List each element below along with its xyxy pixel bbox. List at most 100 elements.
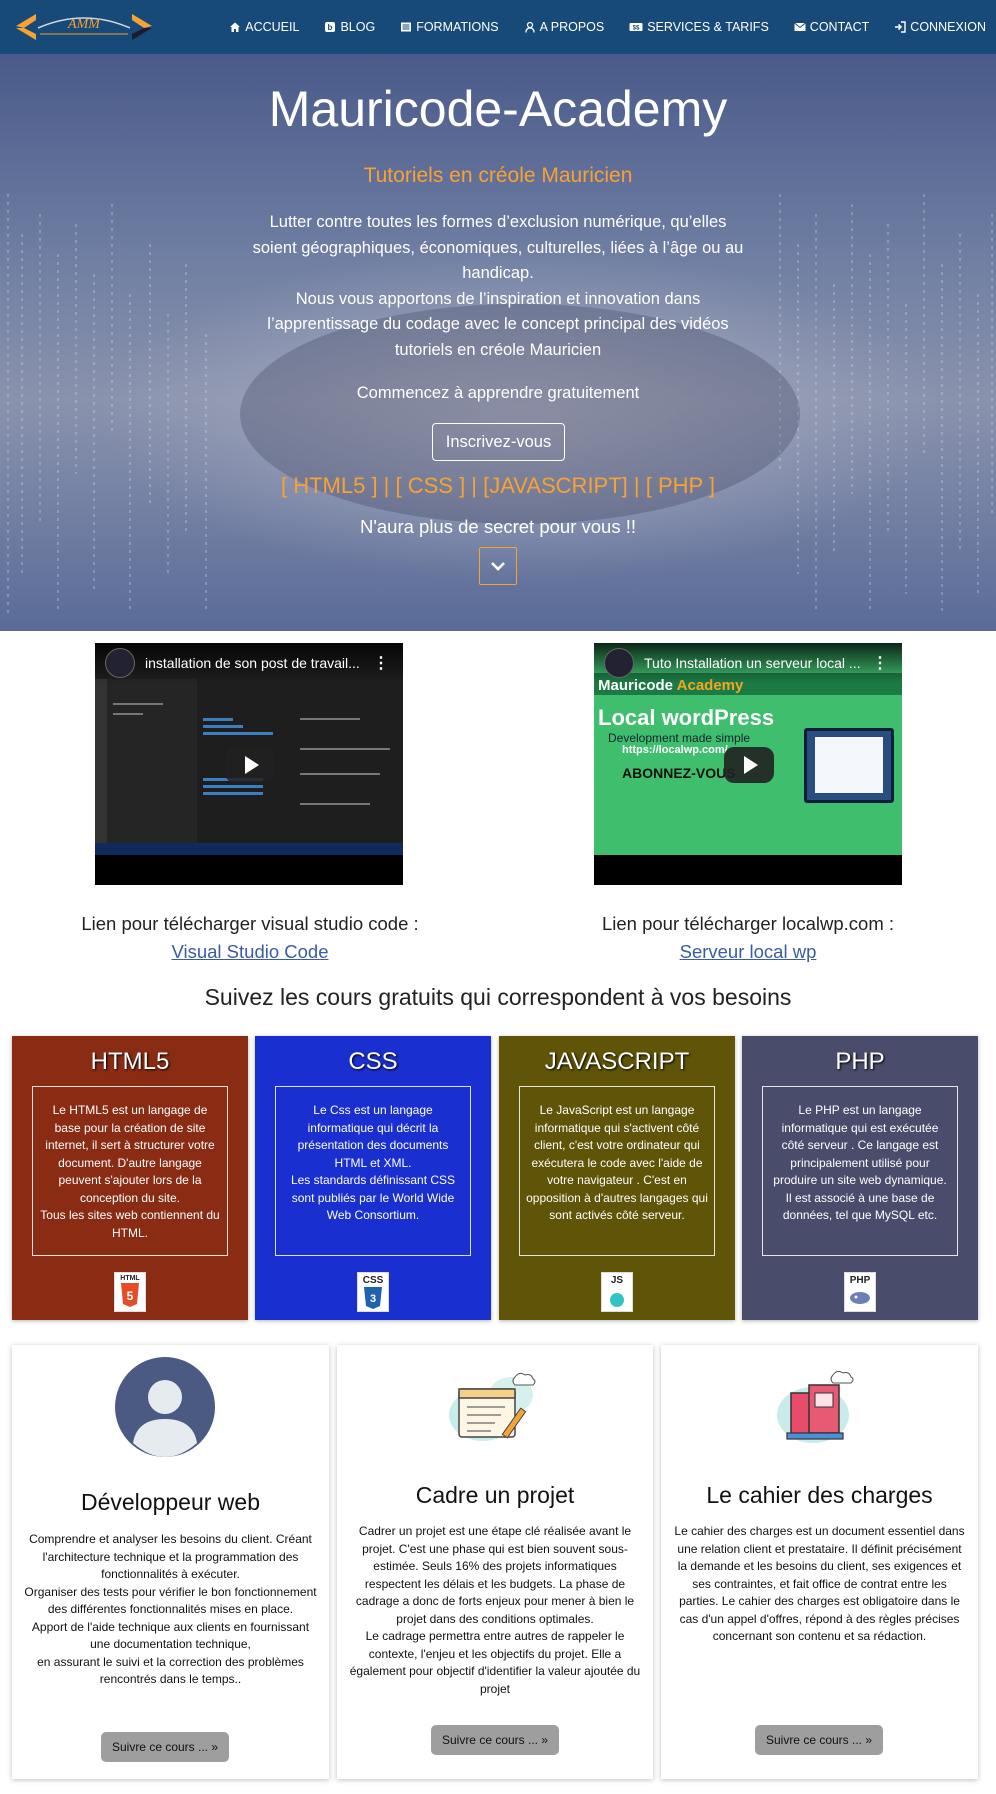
thumb-subscribe: ABONNEZ-VOUS — [622, 765, 736, 781]
course-icon-label: JS — [610, 1275, 624, 1286]
card-cahier-charges: Le cahier des charges Le cahier des char… — [661, 1345, 978, 1779]
course-php[interactable]: PHP Le PHP est un langage informatique q… — [742, 1036, 978, 1320]
svg-text:5: 5 — [127, 1289, 134, 1303]
svg-text:AMM: AMM — [67, 17, 101, 32]
localwp-download-label: Lien pour télécharger localwp.com : — [601, 913, 895, 934]
nav-formations[interactable]: FORMATIONS — [400, 20, 499, 34]
course-css[interactable]: CSS Le Css est un langage informatique q… — [255, 1036, 491, 1320]
follow-course-button[interactable]: Suivre ce cours ... » — [431, 1725, 559, 1755]
vscode-download-label: Lien pour télécharger visual studio code… — [81, 913, 419, 934]
hero-subtitle: Tutoriels en créole Mauricien — [363, 164, 633, 187]
play-button[interactable] — [724, 747, 774, 783]
signup-button[interactable]: Inscrivez-vous — [432, 423, 565, 461]
thumb-heading: Local wordPress — [598, 705, 775, 730]
channel-avatar[interactable] — [105, 648, 135, 678]
nav-connexion[interactable]: CONNEXION — [894, 20, 986, 34]
scroll-down-button[interactable] — [479, 547, 517, 585]
sign-in-icon — [895, 21, 906, 33]
list-icon — [401, 22, 412, 32]
html5-icon: HTML 5 — [114, 1272, 146, 1312]
nav-apropos-label: A PROPOS — [539, 20, 605, 34]
course-description: Le Css est un langage informatique qui d… — [275, 1086, 471, 1256]
chevron-down-icon — [491, 562, 505, 571]
css3-icon: CSS 3 — [357, 1272, 389, 1312]
hero-cta-text: Commencez à apprendre gratuitement — [356, 384, 640, 402]
javascript-icon: JS — [601, 1272, 633, 1312]
user-icon — [524, 21, 535, 33]
play-icon — [245, 756, 259, 774]
course-icon-label: PHP — [849, 1275, 871, 1286]
hero-banner: Mauricode-Academy Tutoriels en créole Ma… — [0, 54, 996, 631]
nav-blog-label: BLOG — [340, 20, 376, 34]
nav-contact-label: CONTACT — [809, 20, 870, 34]
site-logo[interactable]: AMM — [14, 6, 154, 48]
hero-languages: [ HTML5 ] | [ CSS ] | [JAVASCRIPT] | [ P… — [280, 473, 716, 498]
course-title: HTML5 — [90, 1048, 170, 1075]
envelope-icon — [793, 22, 806, 31]
more-options-icon[interactable]: ⋮ — [373, 653, 389, 673]
hero-description-line-2: Nous vous apportons de l’inspiration et … — [267, 289, 729, 359]
play-button[interactable] — [225, 747, 275, 783]
hero-title: Mauricode-Academy — [268, 81, 728, 137]
hero-description: Lutter contre toutes les formes d’exclus… — [248, 210, 748, 363]
hero-secret-text: N'aura plus de secret pour vous !! — [359, 516, 637, 537]
card-title: Développeur web — [80, 1489, 260, 1515]
nav-contact[interactable]: CONTACT — [793, 20, 870, 34]
video-title[interactable]: Tuto Installation un serveur local ... — [644, 655, 864, 671]
nav-services-label: SERVICES & TARIFS — [647, 20, 769, 34]
course-icon-label: HTML — [120, 1275, 140, 1282]
video-title[interactable]: installation de son post de travail... — [145, 655, 365, 671]
card-text: Comprendre et analyser les besoins du cl… — [24, 1532, 317, 1686]
course-javascript[interactable]: JAVASCRIPT Le JavaScript est un langage … — [499, 1036, 735, 1320]
vscode-download: Lien pour télécharger visual studio code… — [0, 913, 500, 963]
top-navbar: AMM ACCUEIL b BLOG FORMATIONS A PROPOS $… — [0, 0, 996, 54]
home-icon — [230, 22, 241, 32]
video-player-vscode[interactable]: installation de son post de travail... ⋮ — [95, 643, 403, 885]
thumb-subheading: Development made simple — [608, 731, 751, 745]
play-icon — [744, 756, 758, 774]
video-player-localwp[interactable]: Mauricode Academy Local wordPress Develo… — [594, 643, 902, 885]
course-html5[interactable]: HTML5 Le HTML5 est un langage de base po… — [12, 1036, 248, 1320]
laptop-illustration — [804, 728, 894, 803]
card-text: Cadrer un projet est une étape clé réali… — [349, 1524, 641, 1696]
vscode-download-link[interactable]: Visual Studio Code — [171, 941, 328, 963]
developer-avatar-icon — [115, 1357, 215, 1457]
nav-services[interactable]: $$ SERVICES & TARIFS — [629, 20, 769, 34]
php-icon: PHP — [844, 1272, 876, 1312]
project-document-icon — [449, 1372, 536, 1441]
courses-heading: Suivez les cours gratuits qui correspond… — [204, 984, 792, 1010]
follow-course-button[interactable]: Suivre ce cours ... » — [755, 1725, 883, 1755]
more-options-icon[interactable]: ⋮ — [872, 653, 888, 673]
svg-text:3: 3 — [370, 1293, 376, 1305]
course-description: Le PHP est un langage informatique qui e… — [762, 1086, 958, 1256]
thumb-url: https://localwp.com/ — [622, 744, 728, 756]
card-title: Le cahier des charges — [706, 1482, 933, 1508]
video-header: Tuto Installation un serveur local ... ⋮ — [594, 643, 902, 683]
follow-course-button[interactable]: Suivre ce cours ... » — [101, 1732, 229, 1762]
course-description: Le HTML5 est un langage de base pour la … — [32, 1086, 228, 1256]
nav-apropos[interactable]: A PROPOS — [524, 20, 605, 34]
hero-description-line-1: Lutter contre toutes les formes d’exclus… — [252, 213, 744, 282]
course-title: CSS — [348, 1048, 398, 1075]
course-icon-label: CSS — [362, 1275, 384, 1286]
course-title: PHP — [835, 1048, 885, 1075]
course-description: Le JavaScript est un langage informatiqu… — [519, 1086, 715, 1256]
nav-formations-label: FORMATIONS — [416, 20, 499, 34]
card-developpeur-web: Développeur web Comprendre et analyser l… — [12, 1345, 329, 1779]
svg-text:b: b — [328, 23, 333, 32]
svg-text:$$: $$ — [633, 26, 640, 32]
card-text: Le cahier des charges est un document es… — [674, 1524, 965, 1643]
card-title: Cadre un projet — [415, 1482, 575, 1508]
course-title: JAVASCRIPT — [544, 1048, 690, 1075]
nav-connexion-label: CONNEXION — [910, 20, 986, 34]
nav-blog[interactable]: b BLOG — [324, 20, 375, 34]
channel-avatar[interactable] — [604, 648, 634, 678]
video-header: installation de son post de travail... ⋮ — [95, 643, 403, 683]
nav-accueil-label: ACCUEIL — [245, 20, 300, 34]
nav-accueil[interactable]: ACCUEIL — [229, 20, 299, 34]
localwp-download-link[interactable]: Serveur local wp — [680, 941, 817, 963]
card-cadre-projet: Cadre un projet Cadrer un projet est une… — [337, 1345, 653, 1779]
localwp-download: Lien pour télécharger localwp.com : Serv… — [498, 913, 996, 963]
books-icon — [777, 1370, 854, 1443]
price-tag-icon: $$ — [629, 23, 643, 32]
